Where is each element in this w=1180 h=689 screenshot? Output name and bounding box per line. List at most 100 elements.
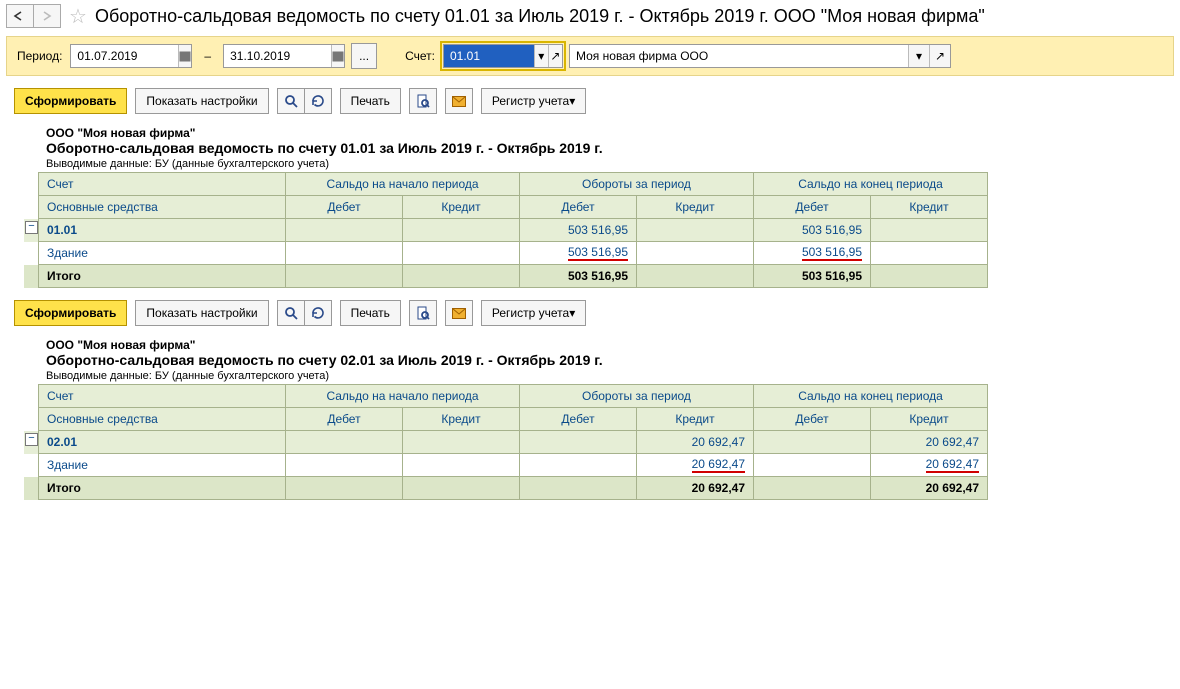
col-group: Сальдо на конец периода	[754, 385, 988, 408]
preview-button[interactable]	[409, 300, 437, 326]
subcol: Кредит	[871, 408, 988, 431]
value-cell	[754, 477, 871, 500]
email-button[interactable]	[445, 300, 473, 326]
report-subtitle: Выводимые данные: БУ (данные бухгалтерск…	[18, 368, 1180, 384]
value-cell: 503 516,95	[520, 242, 637, 265]
value-cell	[403, 477, 520, 500]
open-icon[interactable]: ↗	[929, 45, 950, 67]
parameters-bar: Период: – ... Счет: 01.01 ▾ ↗ ▾ ↗	[6, 36, 1174, 76]
value-cell: 20 692,47	[637, 431, 754, 454]
nav-forward-button[interactable]	[34, 4, 61, 28]
subcol: Кредит	[403, 196, 520, 219]
collapse-icon[interactable]: −	[25, 221, 38, 234]
collapse-icon[interactable]: −	[25, 433, 38, 446]
find-button[interactable]	[277, 88, 305, 114]
period-label: Период:	[15, 49, 64, 63]
value-cell	[403, 219, 520, 242]
calendar-icon[interactable]	[178, 45, 191, 67]
value-cell	[520, 477, 637, 500]
subcol: Кредит	[637, 196, 754, 219]
value-cell	[403, 265, 520, 288]
dropdown-icon[interactable]: ▾	[908, 45, 929, 67]
page-title: Оборотно-сальдовая ведомость по счету 01…	[95, 6, 985, 27]
col-account: Счет	[39, 385, 286, 408]
row-label: Здание	[39, 454, 286, 477]
value-cell	[637, 219, 754, 242]
value-cell	[871, 265, 988, 288]
open-icon[interactable]: ↗	[548, 45, 562, 67]
email-button[interactable]	[445, 88, 473, 114]
value-cell	[403, 454, 520, 477]
show-settings-button[interactable]: Показать настройки	[135, 88, 268, 114]
value-cell	[520, 431, 637, 454]
date-to-input[interactable]	[224, 45, 331, 67]
date-to-field[interactable]	[223, 44, 345, 68]
form-button[interactable]: Сформировать	[14, 88, 127, 114]
value-cell	[637, 265, 754, 288]
refresh-button[interactable]	[305, 300, 332, 326]
nav-back-button[interactable]	[6, 4, 34, 28]
company-name: ООО "Моя новая фирма"	[18, 122, 1180, 140]
value-cell	[403, 431, 520, 454]
value-cell	[754, 454, 871, 477]
col-account: Счет	[39, 173, 286, 196]
value-cell: 503 516,95	[754, 219, 871, 242]
register-button[interactable]: Регистр учета	[481, 88, 586, 114]
row-label: 01.01	[39, 219, 286, 242]
value-cell: 20 692,47	[871, 431, 988, 454]
organization-field[interactable]: ▾ ↗	[569, 44, 951, 68]
value-cell	[754, 431, 871, 454]
period-more-button[interactable]: ...	[351, 43, 377, 69]
period-dash: –	[198, 49, 217, 63]
show-settings-button[interactable]: Показать настройки	[135, 300, 268, 326]
value-cell	[520, 454, 637, 477]
date-from-input[interactable]	[71, 45, 178, 67]
subcol: Дебет	[754, 196, 871, 219]
value-cell	[286, 431, 403, 454]
form-button[interactable]: Сформировать	[14, 300, 127, 326]
print-button[interactable]: Печать	[340, 300, 401, 326]
register-button[interactable]: Регистр учета	[481, 300, 586, 326]
subcol: Кредит	[637, 408, 754, 431]
value-cell	[286, 477, 403, 500]
value-cell	[286, 454, 403, 477]
report-grid: Счет Сальдо на начало периода Обороты за…	[24, 384, 988, 500]
subcol: Дебет	[286, 408, 403, 431]
report-subtitle: Выводимые данные: БУ (данные бухгалтерск…	[18, 156, 1180, 172]
col-subname: Основные средства	[39, 196, 286, 219]
col-group: Обороты за период	[520, 173, 754, 196]
value-cell: 503 516,95	[520, 265, 637, 288]
row-label: Итого	[39, 265, 286, 288]
account-field[interactable]: 01.01 ▾ ↗	[443, 44, 563, 68]
row-label: Итого	[39, 477, 286, 500]
value-cell	[637, 242, 754, 265]
print-button[interactable]: Печать	[340, 88, 401, 114]
col-group: Сальдо на конец периода	[754, 173, 988, 196]
organization-input[interactable]	[570, 45, 908, 67]
date-from-field[interactable]	[70, 44, 192, 68]
report-toolbar: Сформировать Показать настройки Печать Р…	[6, 294, 1174, 332]
value-cell: 503 516,95	[520, 219, 637, 242]
value-cell: 503 516,95	[754, 265, 871, 288]
col-group: Обороты за период	[520, 385, 754, 408]
dropdown-icon[interactable]: ▾	[534, 45, 548, 67]
value-cell	[286, 242, 403, 265]
subcol: Дебет	[520, 408, 637, 431]
value-cell: 20 692,47	[871, 454, 988, 477]
favorite-star-icon[interactable]: ☆	[69, 4, 87, 29]
subcol: Дебет	[754, 408, 871, 431]
preview-button[interactable]	[409, 88, 437, 114]
value-cell: 20 692,47	[637, 454, 754, 477]
subcol: Дебет	[520, 196, 637, 219]
value-cell	[403, 242, 520, 265]
report-title: Оборотно-сальдовая ведомость по счету 01…	[18, 140, 1180, 156]
refresh-button[interactable]	[305, 88, 332, 114]
company-name: ООО "Моя новая фирма"	[18, 334, 1180, 352]
col-subname: Основные средства	[39, 408, 286, 431]
report-toolbar: Сформировать Показать настройки Печать Р…	[6, 82, 1174, 120]
row-label: 02.01	[39, 431, 286, 454]
calendar-icon[interactable]	[331, 45, 344, 67]
account-value[interactable]: 01.01	[444, 45, 534, 67]
value-cell	[871, 219, 988, 242]
find-button[interactable]	[277, 300, 305, 326]
